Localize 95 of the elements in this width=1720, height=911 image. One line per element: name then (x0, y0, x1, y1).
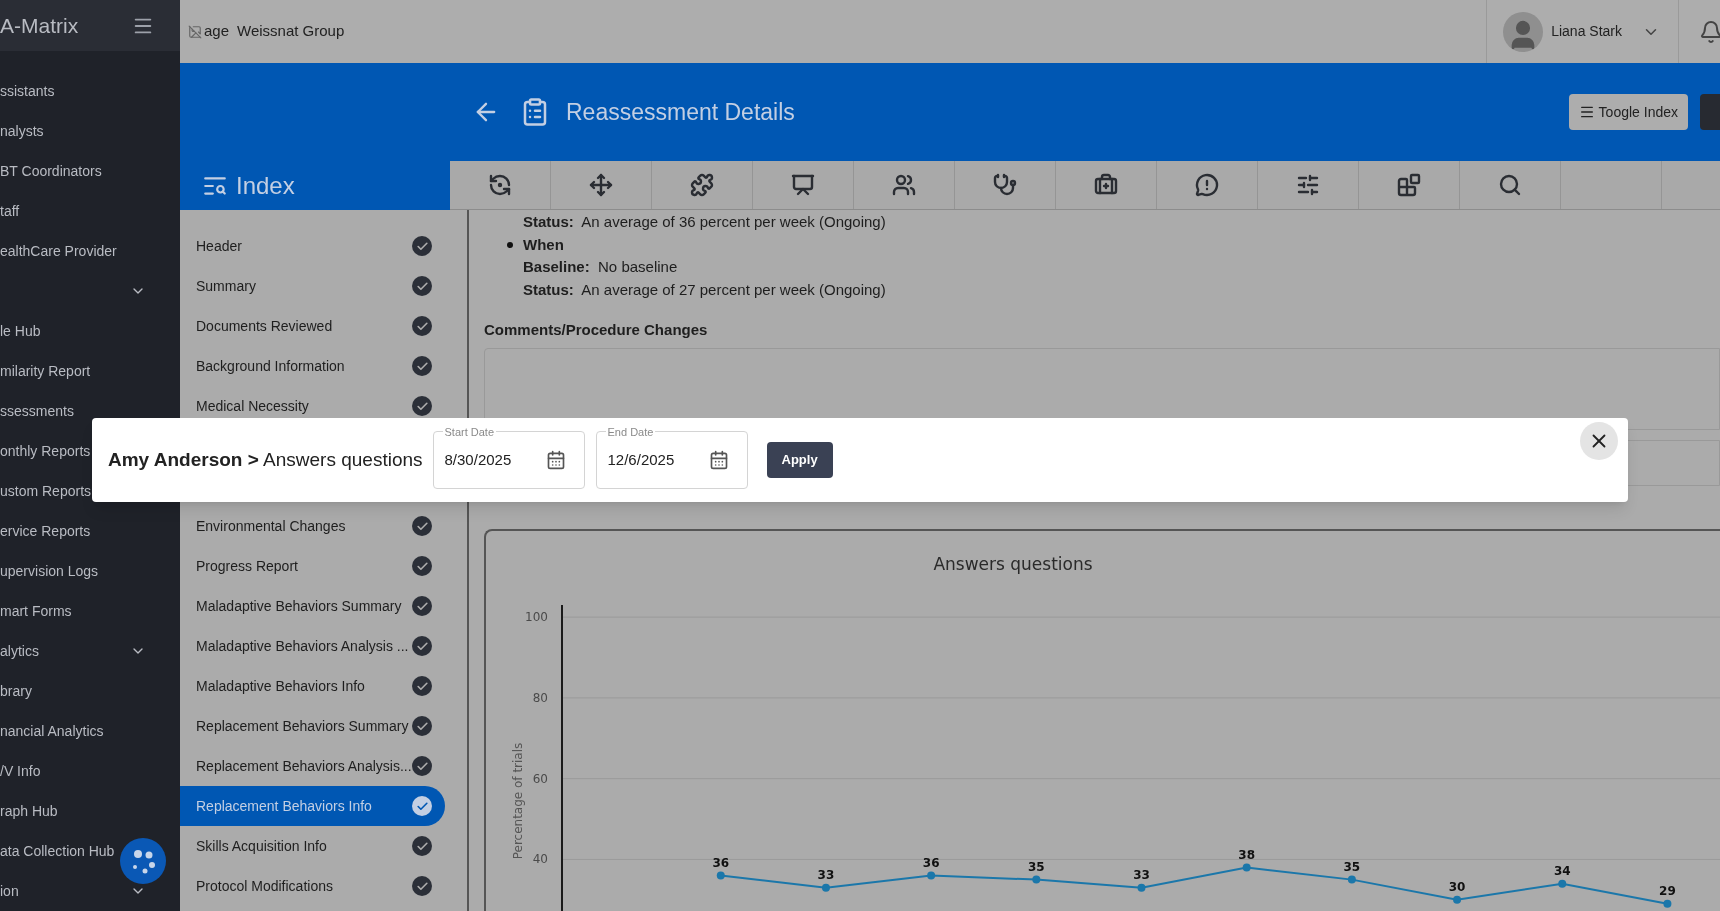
organization-name: Weissnat Group (237, 21, 345, 42)
data-point (1032, 875, 1041, 884)
sidebar-item[interactable]: ealthCare Provider (0, 240, 117, 262)
calendar-icon[interactable] (545, 450, 566, 470)
data-point (1347, 875, 1356, 884)
index-item[interactable]: Protocol Modifications (180, 866, 445, 906)
tick-label: 40 (532, 851, 548, 866)
sidebar-item[interactable]: BT Coordinators (0, 160, 102, 182)
sidebar-item[interactable]: ata Collection Hub (0, 840, 115, 862)
tick-label: 80 (532, 690, 548, 705)
sidebar-item[interactable]: raph Hub (0, 800, 58, 822)
sidebar-item[interactable]: ustom Reports (0, 480, 92, 502)
app-logo: A-Matrix (0, 12, 79, 39)
index-title: Index (236, 170, 295, 201)
sidebar-item[interactable]: ssistants (0, 80, 55, 102)
data-point (1242, 863, 1251, 871)
data-point (1558, 879, 1567, 888)
data-point (1137, 883, 1146, 892)
index-item[interactable]: Maladaptive Behaviors Summary (180, 586, 445, 626)
index-item[interactable]: Replacement Behaviors Info (180, 786, 445, 826)
notification-bell-icon[interactable] (1699, 19, 1720, 44)
sidebar-item[interactable]: /V Info (0, 760, 41, 782)
tick-label: 100 (525, 609, 548, 624)
sidebar-item[interactable]: upervision Logs (0, 560, 99, 582)
data-point (1453, 895, 1462, 904)
sliders-icon[interactable] (1296, 173, 1320, 197)
toggle-index-button[interactable]: Toogle Index (1568, 94, 1688, 130)
sidebar-item[interactable]: ssessments (0, 400, 74, 422)
bullet (507, 241, 513, 248)
data-point (821, 883, 830, 892)
index-item[interactable]: Environmental Changes (180, 506, 445, 546)
search-icon[interactable] (1498, 173, 1522, 197)
sidebar-item[interactable]: nancial Analytics (0, 720, 104, 742)
data-label: 29 (1659, 883, 1676, 898)
user-name[interactable]: Liana Stark (1551, 21, 1622, 42)
sidebar-item[interactable]: taff (0, 200, 20, 222)
index-item[interactable]: Medical Necessity (180, 386, 445, 426)
data-label: 33 (1133, 867, 1150, 882)
index-item[interactable]: Maladaptive Behaviors Analysis ... (180, 626, 445, 666)
stethoscope-icon[interactable] (993, 173, 1017, 197)
blocks-icon[interactable] (1397, 173, 1421, 197)
sidebar-item[interactable]: le Hub (0, 320, 41, 342)
date-value: 12/6/2025 (607, 449, 675, 470)
date-value: 8/30/2025 (444, 449, 512, 470)
puzzle-icon[interactable] (690, 173, 714, 197)
apply-button[interactable]: Apply (766, 442, 833, 478)
close-button[interactable] (1580, 422, 1618, 460)
menu-icon (1578, 104, 1595, 120)
data-point (1663, 899, 1672, 908)
data-label: 30 (1448, 879, 1466, 894)
data-label: 36 (712, 855, 730, 870)
refresh-gear-icon[interactable] (488, 173, 512, 197)
chart-title: Answers questions (933, 553, 1093, 574)
index-item[interactable]: Header (180, 226, 445, 266)
calendar-icon[interactable] (708, 450, 729, 470)
broken-image-icon (188, 24, 202, 39)
list-item: When (523, 234, 564, 255)
dialog-title: Amy Anderson > Answers questions (108, 447, 423, 472)
users-icon[interactable] (892, 173, 916, 197)
data-label: 35 (1027, 859, 1045, 874)
section-heading: Comments/Procedure Changes (484, 320, 709, 340)
detail-text: Status: An average of 27 percent per week (Ongoing) (523, 279, 886, 300)
move-arrows-icon[interactable] (589, 173, 613, 197)
index-item[interactable]: Replacement Behaviors Analysis... (180, 746, 445, 786)
index-item[interactable]: Summary (180, 266, 445, 306)
sidebar-item[interactable]: milarity Report (0, 360, 91, 382)
sidebar-item[interactable]: onthly Reports (0, 440, 91, 462)
detail-text: Status: An average of 36 percent per week (Ongoing) (523, 212, 886, 232)
detail-text: Baseline: No baseline (523, 257, 678, 277)
data-label: 35 (1343, 859, 1361, 874)
medical-case-icon[interactable] (1094, 173, 1118, 197)
sidebar-item[interactable]: ervice Reports (0, 520, 91, 542)
data-label: 33 (817, 867, 835, 882)
tick-label: 60 (532, 771, 548, 786)
data-label: 34 (1553, 863, 1571, 878)
sidebar-item[interactable]: brary (0, 680, 32, 702)
index-item[interactable]: Background Information (180, 346, 445, 386)
image-alt-text: age (204, 21, 230, 42)
sidebar-item[interactable]: ion (0, 880, 19, 902)
presentation-chart-icon[interactable] (791, 173, 815, 197)
sidebar-item[interactable]: alytics (0, 640, 39, 662)
warning-message-icon[interactable] (1195, 173, 1219, 197)
axis-title: Percentage of trials (511, 742, 525, 859)
sidebar-item[interactable]: mart Forms (0, 600, 72, 622)
data-point (716, 871, 725, 880)
data-label: 38 (1238, 847, 1256, 861)
index-item[interactable]: Skills Acquisition Info (180, 826, 445, 866)
index-item[interactable]: Replacement Behaviors Summary (180, 706, 445, 746)
data-point (927, 871, 936, 880)
data-label: 36 (922, 855, 940, 870)
index-item[interactable]: Progress Report (180, 546, 445, 586)
sidebar-item[interactable]: nalysts (0, 120, 44, 142)
index-item[interactable]: Maladaptive Behaviors Info (180, 666, 445, 706)
page-title: Reassessment Details (566, 97, 795, 127)
index-item[interactable]: Documents Reviewed (180, 306, 445, 346)
